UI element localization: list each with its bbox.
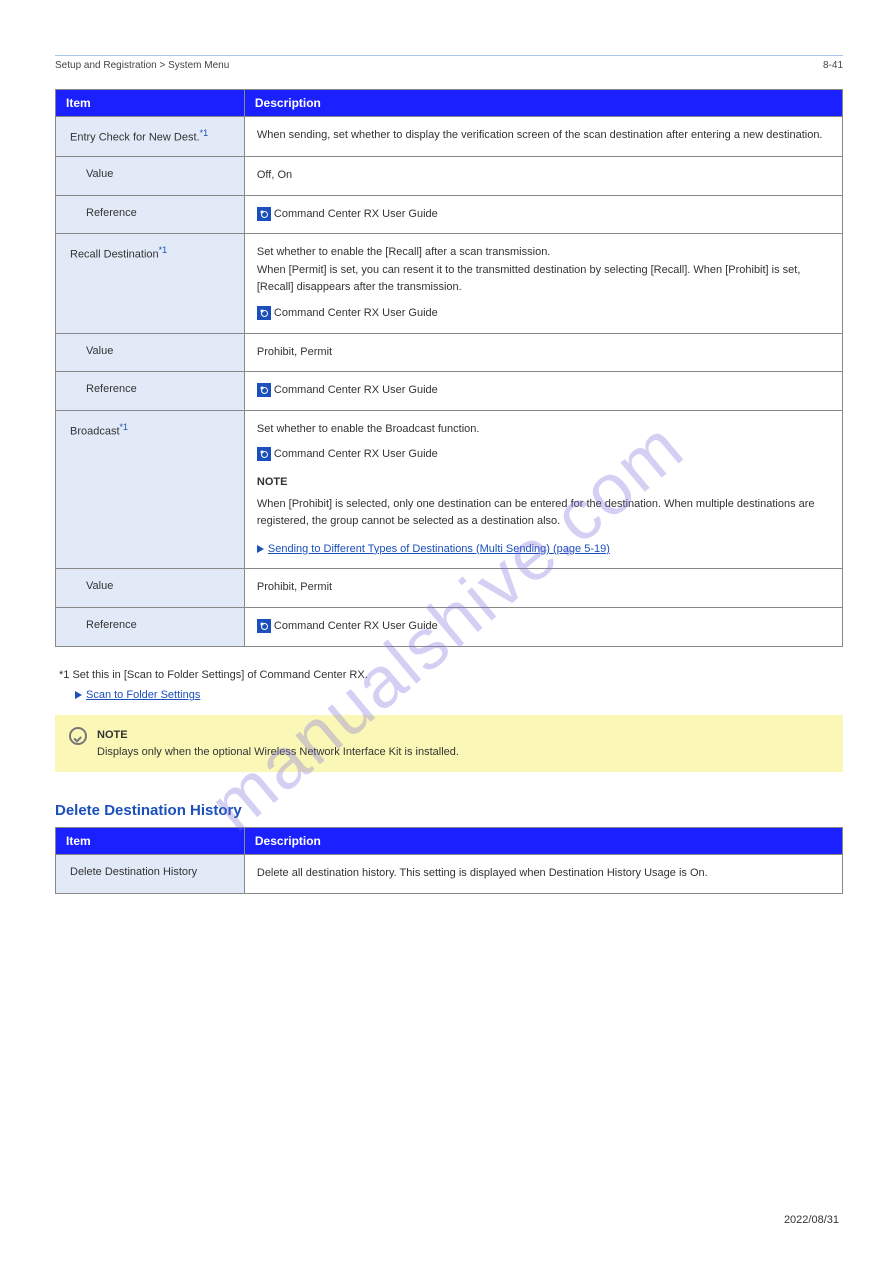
footnote-link-row: Scan to Folder Settings: [75, 689, 839, 701]
arrow-right-icon: [257, 545, 264, 553]
sub-label: Value: [56, 157, 245, 196]
sub-value: Off, On: [244, 157, 842, 196]
row-desc: Delete all destination history. This set…: [244, 855, 842, 894]
xref-link[interactable]: Sending to Different Types of Destinatio…: [268, 543, 610, 555]
row-label: Recall Destination*1: [56, 234, 245, 333]
xref-link[interactable]: Scan to Folder Settings: [86, 689, 200, 701]
row-label: Delete Destination History: [56, 855, 245, 894]
sub-value: Command Center RX User Guide: [244, 372, 842, 411]
row-desc: Set whether to enable the Broadcast func…: [244, 410, 842, 569]
row-desc: Set whether to enable the [Recall] after…: [244, 234, 842, 333]
book-icon: [257, 447, 271, 461]
sub-label: Value: [56, 569, 245, 608]
th-desc: Description: [244, 90, 842, 117]
sub-value: Command Center RX User Guide: [244, 195, 842, 234]
page-number: 8-41: [823, 60, 843, 71]
footer-date: 2022/08/31: [55, 1214, 843, 1226]
book-icon: [257, 383, 271, 397]
note-box: NOTE Displays only when the optional Wir…: [55, 715, 843, 772]
sub-label: Reference: [56, 607, 245, 646]
settings-table-1: Item Description Entry Check for New Des…: [55, 89, 843, 647]
book-icon: [257, 207, 271, 221]
th-item: Item: [56, 828, 245, 855]
row-desc: When sending, set whether to display the…: [244, 117, 842, 157]
sub-label: Reference: [56, 195, 245, 234]
th-item: Item: [56, 90, 245, 117]
sub-value: Command Center RX User Guide: [244, 607, 842, 646]
breadcrumb: Setup and Registration > System Menu: [55, 60, 229, 71]
th-desc: Description: [244, 828, 842, 855]
page-header: Setup and Registration > System Menu 8-4…: [55, 60, 843, 71]
arrow-right-icon: [75, 691, 82, 699]
sub-value: Prohibit, Permit: [244, 569, 842, 608]
row-label: Broadcast*1: [56, 410, 245, 569]
settings-table-2: Item Description Delete Destination Hist…: [55, 827, 843, 894]
sub-label: Reference: [56, 372, 245, 411]
sub-value: Prohibit, Permit: [244, 333, 842, 372]
book-icon: [257, 619, 271, 633]
book-icon: [257, 306, 271, 320]
footnote: *1 Set this in [Scan to Folder Settings]…: [59, 667, 839, 684]
row-label: Entry Check for New Dest.*1: [56, 117, 245, 157]
check-circle-icon: [69, 727, 87, 745]
sub-label: Value: [56, 333, 245, 372]
section-heading: Delete Destination History: [55, 802, 843, 819]
